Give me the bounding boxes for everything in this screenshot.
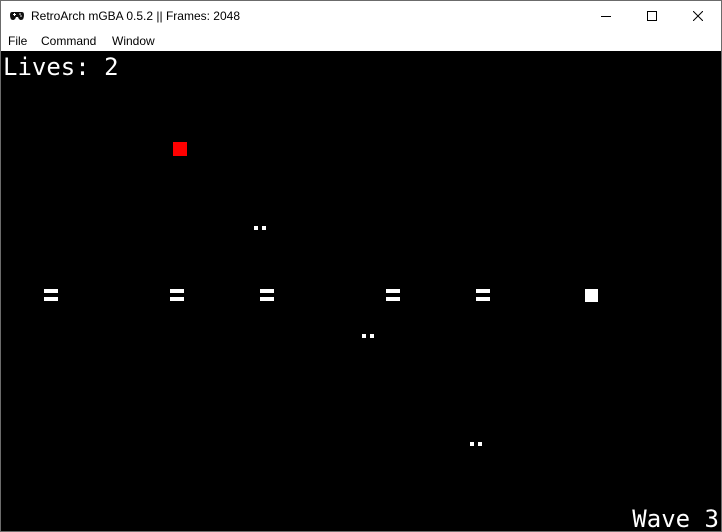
- minimize-button[interactable]: [583, 1, 629, 31]
- title-bar[interactable]: RetroArch mGBA 0.5.2 || Frames: 2048: [1, 1, 721, 31]
- menu-file[interactable]: File: [8, 34, 27, 48]
- menu-command[interactable]: Command: [41, 34, 96, 48]
- emulator-window: RetroArch mGBA 0.5.2 || Frames: 2048 Fil…: [0, 0, 722, 532]
- enemy: [260, 289, 274, 301]
- menu-bar: File Command Window: [1, 31, 721, 51]
- powerup: [585, 289, 598, 302]
- window-title: RetroArch mGBA 0.5.2 || Frames: 2048: [31, 9, 240, 23]
- minimize-icon: [601, 16, 611, 17]
- bullet: [254, 226, 266, 230]
- bullet: [470, 442, 482, 446]
- maximize-icon: [647, 11, 657, 21]
- wave-counter: Wave 3: [632, 505, 719, 531]
- enemy: [476, 289, 490, 301]
- player-ship: [173, 142, 187, 156]
- gamepad-icon: [10, 12, 24, 20]
- lives-counter: Lives: 2: [3, 53, 119, 81]
- game-screen[interactable]: Lives: 2 Wave 3: [1, 51, 721, 531]
- enemy: [170, 289, 184, 301]
- close-icon: [693, 11, 703, 21]
- close-button[interactable]: [675, 1, 721, 31]
- maximize-button[interactable]: [629, 1, 675, 31]
- enemy: [386, 289, 400, 301]
- menu-window[interactable]: Window: [112, 34, 155, 48]
- enemy: [44, 289, 58, 301]
- bullet: [362, 334, 374, 338]
